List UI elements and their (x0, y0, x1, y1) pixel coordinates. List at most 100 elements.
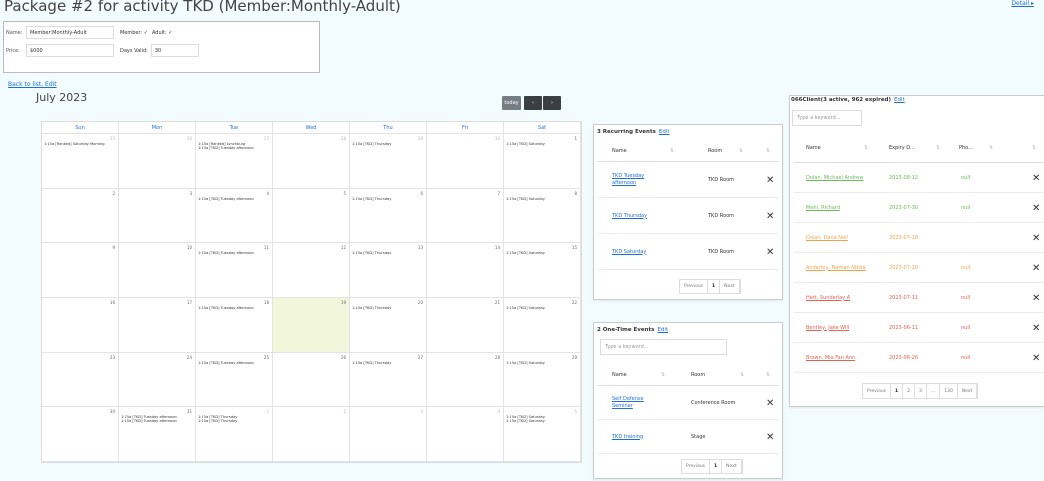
today-button[interactable]: today (502, 96, 521, 110)
members-edit-link[interactable]: Edit (894, 97, 905, 103)
calendar-event[interactable]: 1:15a [TKD] Thursday (350, 142, 426, 146)
calendar-day-cell[interactable]: 26 (273, 352, 350, 408)
calendar-day-cell[interactable]: 3 (350, 407, 427, 462)
recurring-events-edit-link[interactable]: Edit (659, 129, 670, 135)
member-name-link[interactable]: Anderley, Nathan Nikita (806, 265, 866, 272)
close-icon[interactable]: ✕ (1032, 173, 1040, 184)
calendar-day-cell[interactable]: 30 (427, 134, 504, 189)
calendar-day-cell[interactable]: 24 (119, 352, 196, 408)
calendar-day-cell[interactable]: 27 1:15a [Ranked] Lynchburg 1:15a [TKD] Tu… (196, 134, 273, 189)
pager-page-1[interactable]: 1 (708, 280, 721, 293)
pager-next[interactable]: Next (958, 384, 978, 398)
pager-previous[interactable]: Previous (682, 460, 711, 473)
calendar-event[interactable]: 1:15a [TKD] Saturday (504, 361, 580, 365)
calendar-day-cell[interactable]: 28 (427, 352, 504, 408)
calendar-event[interactable]: 1:15a [TKD] Tuesday afternoon (196, 361, 272, 365)
back-to-list-link[interactable]: Back to list, Edit (8, 81, 57, 88)
calendar-day-cell[interactable]: 8 1:15a [TKD] Saturday (504, 188, 581, 244)
event-name-link[interactable]: TKD Thursday (612, 213, 667, 220)
calendar-event[interactable]: 1:15a [TKD] Tuesday afternoon (196, 146, 272, 150)
calendar-event[interactable]: 1:15a [TKD] Thursday (196, 419, 272, 423)
calendar-day-cell[interactable]: 10 (119, 243, 196, 298)
close-icon[interactable]: ✕ (766, 432, 774, 443)
calendar-day-cell[interactable]: 2 (273, 407, 350, 462)
calendar-day-cell[interactable]: 29 1:15a [TKD] Thursday (350, 134, 427, 189)
calendar-event[interactable]: 1:15a [TKD] Thursday (350, 197, 426, 201)
calendar-event[interactable]: 1:15a [TKD] Saturday (504, 419, 580, 423)
col-room-header[interactable]: Room (708, 148, 722, 154)
member-name-link[interactable]: Dolan, Dave Neil (806, 235, 866, 242)
calendar-day-cell[interactable]: 13 1:15a [TKD] Thursday (350, 243, 427, 298)
one-time-events-edit-link[interactable]: Edit (657, 327, 668, 333)
col-name-header[interactable]: Name (612, 372, 627, 378)
col-room-header[interactable]: Room (691, 372, 705, 378)
member-name-link[interactable]: Hett, Sunderlay A (806, 295, 866, 302)
calendar-event[interactable]: 1:15a [TKD] Thursday (350, 251, 426, 255)
event-name-link[interactable]: Self Defense Seminar (612, 396, 662, 410)
members-search-input[interactable]: Type a keyword... (792, 110, 862, 126)
pager-next[interactable]: Next (722, 460, 742, 473)
calendar-day-cell[interactable]: 30 (42, 407, 119, 462)
calendar-day-cell[interactable]: 3 (119, 188, 196, 244)
pager-page-1[interactable]: 1 (710, 460, 723, 473)
close-icon[interactable]: ✕ (766, 247, 774, 258)
calendar-day-cell[interactable]: 27 1:15a [TKD] Thursday (350, 352, 427, 408)
calendar-day-cell[interactable]: 15 1:15a [TKD] Saturday (504, 243, 581, 298)
col-name-header[interactable]: Name (806, 145, 821, 151)
calendar-day-cell[interactable]: 9 (42, 243, 119, 298)
close-icon[interactable]: ✕ (1032, 263, 1040, 274)
close-icon[interactable]: ✕ (766, 398, 774, 409)
pager-previous[interactable]: Previous (680, 280, 709, 293)
close-icon[interactable]: ✕ (1032, 323, 1040, 334)
calendar-day-cell[interactable]: 17 (119, 298, 196, 353)
col-phone-header[interactable]: Pho... (959, 145, 973, 151)
calendar-day-cell[interactable]: 26 (119, 134, 196, 189)
close-icon[interactable]: ✕ (766, 175, 774, 186)
calendar-event[interactable]: 1:15a [TKD] Tuesday afternoon (119, 419, 195, 423)
close-icon[interactable]: ✕ (1032, 353, 1040, 364)
next-month-button[interactable]: › (543, 96, 561, 110)
prev-month-button[interactable]: ‹ (524, 96, 542, 110)
pager-page[interactable]: 3 (915, 384, 927, 398)
col-expiry-header[interactable]: Expiry D... (889, 145, 915, 151)
calendar-event[interactable]: 1:15a [TKD] Saturday (504, 251, 580, 255)
member-name-link[interactable]: Bentley, Jake Will (806, 325, 866, 332)
col-name-header[interactable]: Name (612, 148, 627, 154)
calendar-event[interactable]: 1:15a [TKD] Tuesday afternoon (196, 251, 272, 255)
calendar-event[interactable]: 1:15a [TKD] Thursday (350, 306, 426, 310)
close-icon[interactable]: ✕ (1032, 203, 1040, 214)
calendar-day-cell[interactable]: 2 (42, 188, 119, 244)
pager-page[interactable]: 2 (903, 384, 916, 398)
calendar-day-cell[interactable]: 12 (273, 243, 350, 298)
calendar-day-cell[interactable]: 19 (273, 298, 350, 353)
close-icon[interactable]: ✕ (1032, 293, 1040, 304)
calendar-day-cell[interactable]: 4 1:15a [TKD] Tuesday afternoon (196, 188, 273, 244)
close-icon[interactable]: ✕ (1032, 233, 1040, 244)
calendar-day-cell[interactable]: 16 (42, 298, 119, 353)
calendar-day-cell[interactable]: 28 (273, 134, 350, 189)
member-name-link[interactable]: Mehl, Richard (806, 205, 866, 212)
calendar-event[interactable]: 1:15a [Ranked] Saturday Morning (42, 142, 118, 146)
calendar-day-cell[interactable]: 18 1:15a [TKD] Tuesday afternoon (196, 298, 273, 353)
calendar-day-cell[interactable]: 1 1:15a [TKD] Saturday (504, 134, 581, 189)
event-name-link[interactable]: TKD training (612, 434, 662, 441)
calendar-day-cell[interactable]: 21 (427, 298, 504, 353)
calendar-day-cell[interactable]: 1 1:15a [TKD] Thursday 1:15a [TKD] Thursda… (196, 407, 273, 462)
calendar-day-cell[interactable]: 25 1:15a [Ranked] Saturday Morning (42, 134, 119, 189)
calendar-day-cell[interactable]: 31 1:15a [TKD] Tuesday afternoon 1:15a [TK… (119, 407, 196, 462)
member-name-link[interactable]: Brown, Mia Fan Ann (806, 355, 866, 362)
event-name-link[interactable]: TKD Saturday (612, 249, 667, 256)
calendar-day-cell[interactable]: 5 (273, 188, 350, 244)
calendar-event[interactable]: 1:15a [TKD] Thursday (350, 361, 426, 365)
detail-link[interactable]: Detail ▸ (1011, 0, 1034, 7)
calendar-day-cell[interactable]: 22 1:15a [TKD] Saturday (504, 298, 581, 353)
calendar-day-cell[interactable]: 14 (427, 243, 504, 298)
close-icon[interactable]: ✕ (766, 211, 774, 222)
calendar-day-cell[interactable]: 5 1:15a [TKD] Saturday 1:15a [TKD] Saturda… (504, 407, 581, 462)
calendar-event[interactable]: 1:15a [TKD] Saturday (504, 306, 580, 310)
pager-page[interactable]: 130 (940, 384, 958, 398)
calendar-day-cell[interactable]: 7 (427, 188, 504, 244)
calendar-day-cell[interactable]: 29 1:15a [TKD] Saturday (504, 352, 581, 408)
calendar-event[interactable]: 1:15a [TKD] Tuesday afternoon (196, 197, 272, 201)
one-time-search-input[interactable]: Type a keyword... (600, 339, 727, 355)
